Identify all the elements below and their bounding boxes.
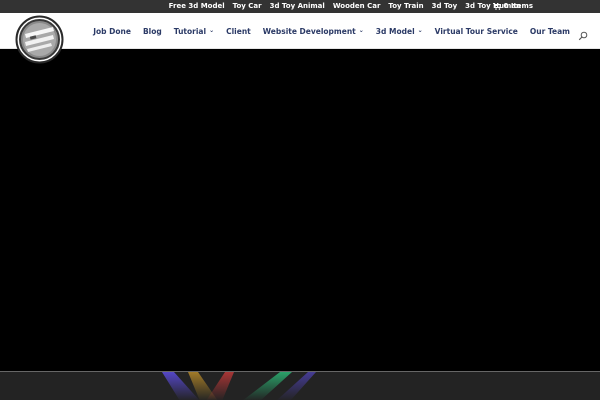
hero-video-area[interactable] [0, 49, 600, 371]
search-button[interactable] [578, 26, 588, 41]
nav-item-label: Job Done [93, 26, 131, 36]
nav-item-our-team[interactable]: Our Team [530, 27, 570, 36]
logo-emblem-icon [15, 15, 64, 64]
top-link-free-3d-model[interactable]: Free 3d Model [169, 0, 225, 13]
top-link-3d-toy-animal[interactable]: 3d Toy Animal [270, 0, 325, 13]
light-rays-graphic [162, 372, 316, 400]
top-link-3d-toy[interactable]: 3d Toy [432, 0, 458, 13]
nav-item-3d-model[interactable]: 3d Model ⌄ [376, 27, 423, 36]
cart-icon [492, 3, 501, 10]
nav-item-blog[interactable]: Blog [143, 27, 162, 36]
chevron-down-icon: ⌄ [358, 26, 364, 34]
nav-item-label: Blog [142, 26, 162, 36]
top-link-toy-train[interactable]: Toy Train [388, 0, 423, 13]
chevron-down-icon: ⌄ [209, 26, 215, 34]
site-header: Job Done Blog Tutorial ⌄ Client Website … [0, 13, 600, 64]
nav-item-label: Virtual Tour Service [434, 26, 518, 36]
nav-item-label: 3d Model [375, 26, 415, 36]
site-logo[interactable] [15, 15, 64, 64]
top-link-wooden-car[interactable]: Wooden Car [333, 0, 381, 13]
nav-item-virtual-tour-service[interactable]: Virtual Tour Service [435, 27, 518, 36]
nav-item-label: Tutorial [173, 26, 207, 36]
chevron-down-icon: ⌄ [417, 26, 423, 34]
main-nav: Job Done Blog Tutorial ⌄ Client Website … [93, 13, 570, 49]
top-links: Free 3d Model Toy Car 3d Toy Animal Wood… [169, 0, 521, 13]
nav-item-tutorial[interactable]: Tutorial ⌄ [174, 27, 214, 36]
top-link-toy-car[interactable]: Toy Car [233, 0, 262, 13]
nav-item-client[interactable]: Client [226, 27, 251, 36]
bottom-band [0, 371, 600, 400]
cart-count: 0 Items [503, 2, 533, 10]
nav-item-website-development[interactable]: Website Development ⌄ [263, 27, 364, 36]
nav-item-label: Our Team [529, 26, 570, 36]
nav-item-label: Client [226, 26, 251, 36]
nav-item-label: Website Development [262, 26, 356, 36]
cart-link[interactable]: 0 Items [492, 0, 533, 13]
nav-item-job-done[interactable]: Job Done [93, 27, 131, 36]
search-icon [578, 31, 588, 41]
top-bar: Free 3d Model Toy Car 3d Toy Animal Wood… [0, 0, 600, 13]
